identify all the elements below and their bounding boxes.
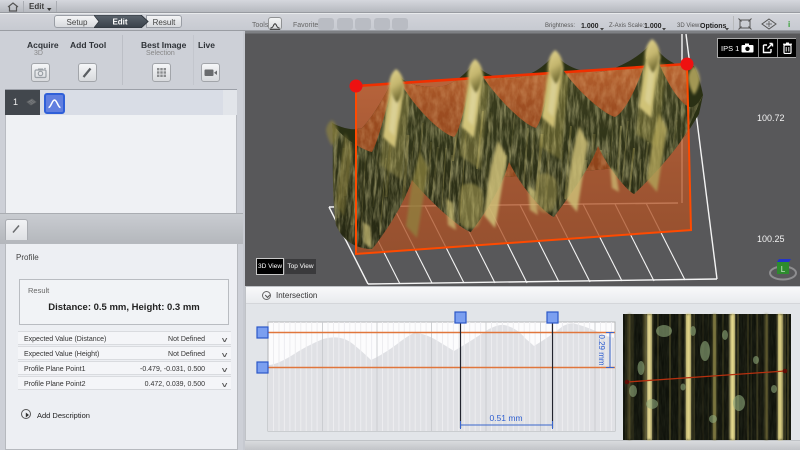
svg-text:100.72: 100.72 (757, 113, 785, 123)
svg-text:0.51 mm: 0.51 mm (489, 413, 522, 423)
svg-text:L: L (781, 265, 786, 274)
svg-text:100.25: 100.25 (757, 234, 785, 244)
svg-text:0.29 mm: 0.29 mm (597, 334, 606, 365)
svg-text:Edit: Edit (112, 18, 127, 27)
